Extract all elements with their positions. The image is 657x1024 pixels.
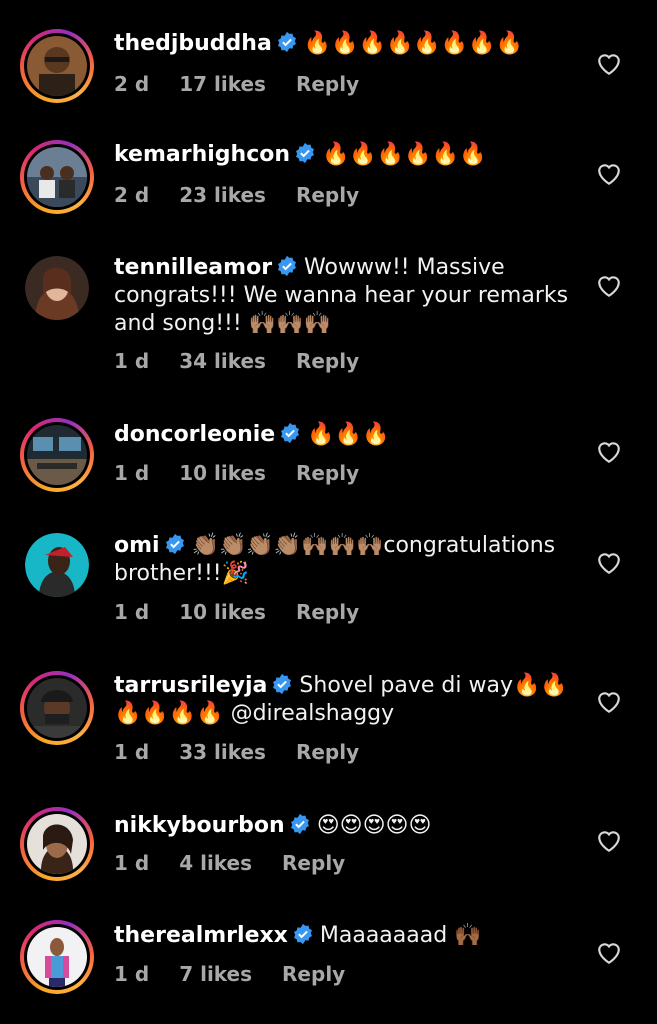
comment-likes[interactable]: 7 likes xyxy=(179,962,252,986)
comment-username[interactable]: omi xyxy=(114,533,160,558)
heart-outline-icon[interactable] xyxy=(596,440,622,464)
comment-likes[interactable]: 33 likes xyxy=(179,740,266,764)
comment-username[interactable]: doncorleonie xyxy=(114,422,275,447)
comment-text: Maaaaaaad 🙌🏾 xyxy=(319,923,482,948)
comment-username[interactable]: tarrusrileyja xyxy=(114,673,267,698)
avatar[interactable] xyxy=(20,920,94,994)
comment-likes[interactable]: 4 likes xyxy=(179,851,252,875)
verified-badge-icon xyxy=(281,422,300,444)
verified-badge-icon xyxy=(296,142,314,164)
comment-username[interactable]: therealmrlexx xyxy=(114,923,288,948)
comment-likes[interactable]: 10 likes xyxy=(179,461,266,485)
reply-button[interactable]: Reply xyxy=(282,851,345,875)
verified-badge-icon xyxy=(165,533,184,555)
comment-likes[interactable]: 10 likes xyxy=(179,600,266,624)
comment-meta: 2 d 23 likes Reply xyxy=(114,183,389,207)
comment-text: 🔥🔥🔥 xyxy=(307,422,390,447)
comment-time: 2 d xyxy=(114,72,150,96)
reply-button[interactable]: Reply xyxy=(296,183,359,207)
heart-outline-icon[interactable] xyxy=(596,690,622,714)
avatar[interactable] xyxy=(20,807,94,881)
heart-outline-icon[interactable] xyxy=(596,941,622,965)
comment-meta: 1 d 7 likes Reply xyxy=(114,962,375,986)
comment-username[interactable]: tennilleamor xyxy=(114,255,272,280)
comments-list: thedjbuddha 🔥🔥🔥🔥🔥🔥🔥🔥 2 d 17 likes Reply kem… xyxy=(0,0,657,1024)
comment-meta: 1 d 10 likes Reply xyxy=(114,461,389,485)
verified-badge-icon xyxy=(277,31,296,53)
avatar[interactable] xyxy=(20,29,94,103)
reply-button[interactable]: Reply xyxy=(296,600,359,624)
comment-time: 2 d xyxy=(114,183,150,207)
comment-time: 1 d xyxy=(114,962,150,986)
comment-likes[interactable]: 34 likes xyxy=(179,349,266,373)
comment-text: 🔥🔥🔥🔥🔥🔥🔥🔥 xyxy=(303,31,523,56)
verified-badge-icon xyxy=(293,923,312,945)
comment-text: 🔥🔥🔥🔥🔥🔥 xyxy=(322,142,487,167)
comment-time: 1 d xyxy=(114,740,150,764)
comment-username[interactable]: thedjbuddha xyxy=(114,31,272,56)
reply-button[interactable]: Reply xyxy=(296,461,359,485)
avatar[interactable] xyxy=(25,256,89,320)
reply-button[interactable]: Reply xyxy=(282,962,345,986)
comment-likes[interactable]: 17 likes xyxy=(179,72,266,96)
comment-likes[interactable]: 23 likes xyxy=(179,183,266,207)
avatar[interactable] xyxy=(20,671,94,745)
comment-meta: 1 d 34 likes Reply xyxy=(114,349,389,373)
heart-outline-icon[interactable] xyxy=(596,274,622,298)
comment-meta: 1 d 33 likes Reply xyxy=(114,740,389,764)
heart-outline-icon[interactable] xyxy=(596,551,622,575)
reply-button[interactable]: Reply xyxy=(296,72,359,96)
verified-badge-icon xyxy=(273,673,292,695)
reply-button[interactable]: Reply xyxy=(296,349,359,373)
comment-time: 1 d xyxy=(114,349,150,373)
comment-text: 😍😍😍😍😍 xyxy=(316,813,432,838)
comment-time: 1 d xyxy=(114,851,150,875)
comment-time: 1 d xyxy=(114,461,150,485)
comment-username[interactable]: kemarhighcon xyxy=(114,142,290,167)
heart-outline-icon[interactable] xyxy=(596,829,622,853)
avatar[interactable] xyxy=(20,140,94,214)
avatar[interactable] xyxy=(20,418,94,492)
comment-username[interactable]: nikkybourbon xyxy=(114,813,285,838)
comment-meta: 2 d 17 likes Reply xyxy=(114,72,389,96)
reply-button[interactable]: Reply xyxy=(296,740,359,764)
comment-meta: 1 d 10 likes Reply xyxy=(114,600,389,624)
comment-meta: 1 d 4 likes Reply xyxy=(114,851,375,875)
heart-outline-icon[interactable] xyxy=(596,52,622,76)
comment-time: 1 d xyxy=(114,600,150,624)
verified-badge-icon xyxy=(278,255,297,277)
verified-badge-icon xyxy=(290,813,309,835)
avatar[interactable] xyxy=(25,533,89,597)
heart-outline-icon[interactable] xyxy=(596,162,622,186)
